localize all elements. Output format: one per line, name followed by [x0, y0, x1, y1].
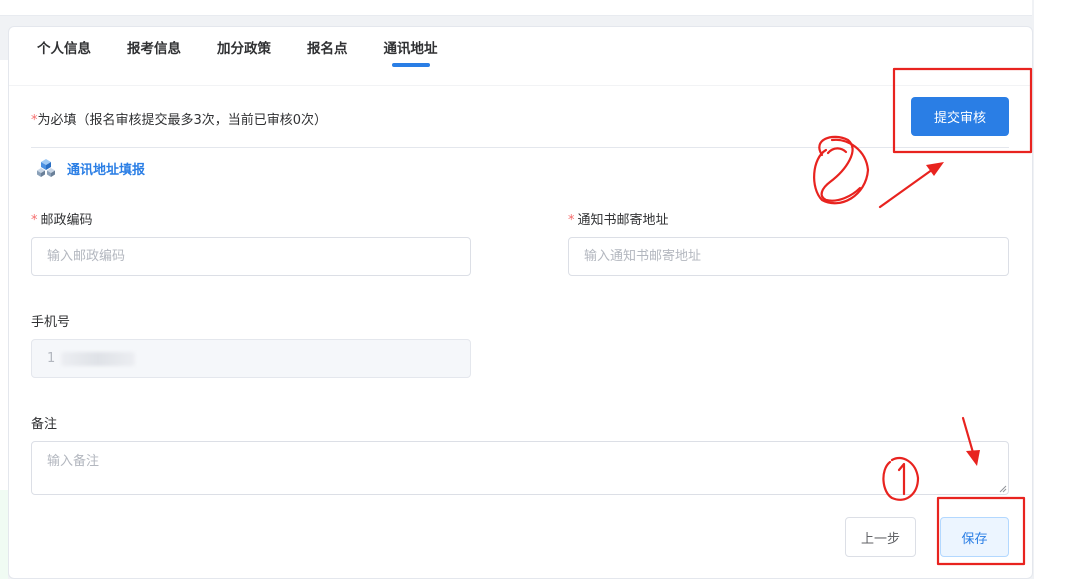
section-divider — [31, 147, 1009, 148]
required-note: *为必填（报名审核提交最多3次，当前已审核0次） — [31, 109, 327, 128]
save-button[interactable]: 保存 — [940, 517, 1009, 557]
left-strip-accent — [0, 490, 8, 579]
submit-review-button[interactable]: 提交审核 — [911, 97, 1009, 136]
right-strip — [1034, 0, 1076, 579]
postal-code-input[interactable] — [31, 237, 471, 276]
postal-code-label: * 邮政编码 — [31, 213, 93, 228]
tab-exam-info[interactable]: 报考信息 — [109, 27, 199, 67]
required-note-text: 为必填（报名审核提交最多3次，当前已审核0次） — [37, 113, 328, 128]
left-strip — [0, 60, 8, 579]
form-card: 个人信息 报考信息 加分政策 报名点 通讯地址 *为必填（报名审核提交最多3次，… — [8, 26, 1033, 579]
mail-address-label: * 通知书邮寄地址 — [568, 213, 669, 228]
cubes-icon — [37, 159, 55, 177]
section-header: 通讯地址填报 — [35, 157, 145, 179]
tab-bar: 个人信息 报考信息 加分政策 报名点 通讯地址 — [19, 27, 456, 67]
prev-step-button[interactable]: 上一步 — [845, 517, 916, 557]
tab-mailing-address[interactable]: 通讯地址 — [366, 27, 456, 67]
mail-address-input[interactable] — [568, 237, 1009, 276]
resize-handle-icon[interactable] — [999, 485, 1007, 493]
phone-redaction — [61, 351, 136, 366]
remark-label: 备注 — [31, 417, 58, 432]
phone-input[interactable]: 1 — [31, 339, 471, 378]
section-title: 通讯地址填报 — [67, 162, 146, 178]
top-bar — [0, 0, 1032, 16]
tab-registration-site[interactable]: 报名点 — [289, 27, 366, 67]
phone-value: 1 — [47, 351, 56, 366]
tabs-divider — [9, 85, 1032, 86]
tab-personal-info[interactable]: 个人信息 — [19, 27, 109, 67]
tab-bonus-policy[interactable]: 加分政策 — [199, 27, 289, 67]
remark-textarea[interactable] — [31, 441, 1009, 495]
phone-label: 手机号 — [31, 315, 71, 330]
